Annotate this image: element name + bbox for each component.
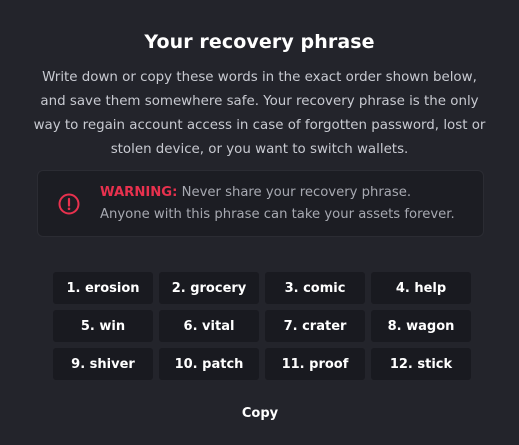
recovery-word: 5. win bbox=[53, 310, 153, 342]
recovery-word: 3. comic bbox=[265, 272, 365, 304]
recovery-word: 11. proof bbox=[265, 348, 365, 380]
recovery-word: 6. vital bbox=[159, 310, 259, 342]
recovery-word-grid: 1. erosion 2. grocery 3. comic 4. help 5… bbox=[53, 272, 471, 380]
warning-line-2: Anyone with this phrase can take your as… bbox=[100, 207, 455, 222]
recovery-word: 2. grocery bbox=[159, 272, 259, 304]
recovery-word: 7. crater bbox=[265, 310, 365, 342]
recovery-description: Write down or copy these words in the ex… bbox=[33, 70, 486, 157]
recovery-word: 9. shiver bbox=[53, 348, 153, 380]
page-title: Your recovery phrase bbox=[144, 31, 375, 53]
warning-label: WARNING: bbox=[100, 185, 178, 200]
recovery-word: 4. help bbox=[371, 272, 471, 304]
recovery-word: 1. erosion bbox=[53, 272, 153, 304]
copy-button[interactable]: Copy bbox=[230, 402, 290, 424]
warning-text: WARNING: Never share your recovery phras… bbox=[100, 182, 480, 226]
alert-circle-icon bbox=[58, 193, 80, 215]
recovery-word: 8. wagon bbox=[371, 310, 471, 342]
warning-line-1: Never share your recovery phrase. bbox=[181, 185, 412, 200]
recovery-word: 10. patch bbox=[159, 348, 259, 380]
warning-box: WARNING: Never share your recovery phras… bbox=[37, 170, 484, 237]
recovery-word: 12. stick bbox=[371, 348, 471, 380]
